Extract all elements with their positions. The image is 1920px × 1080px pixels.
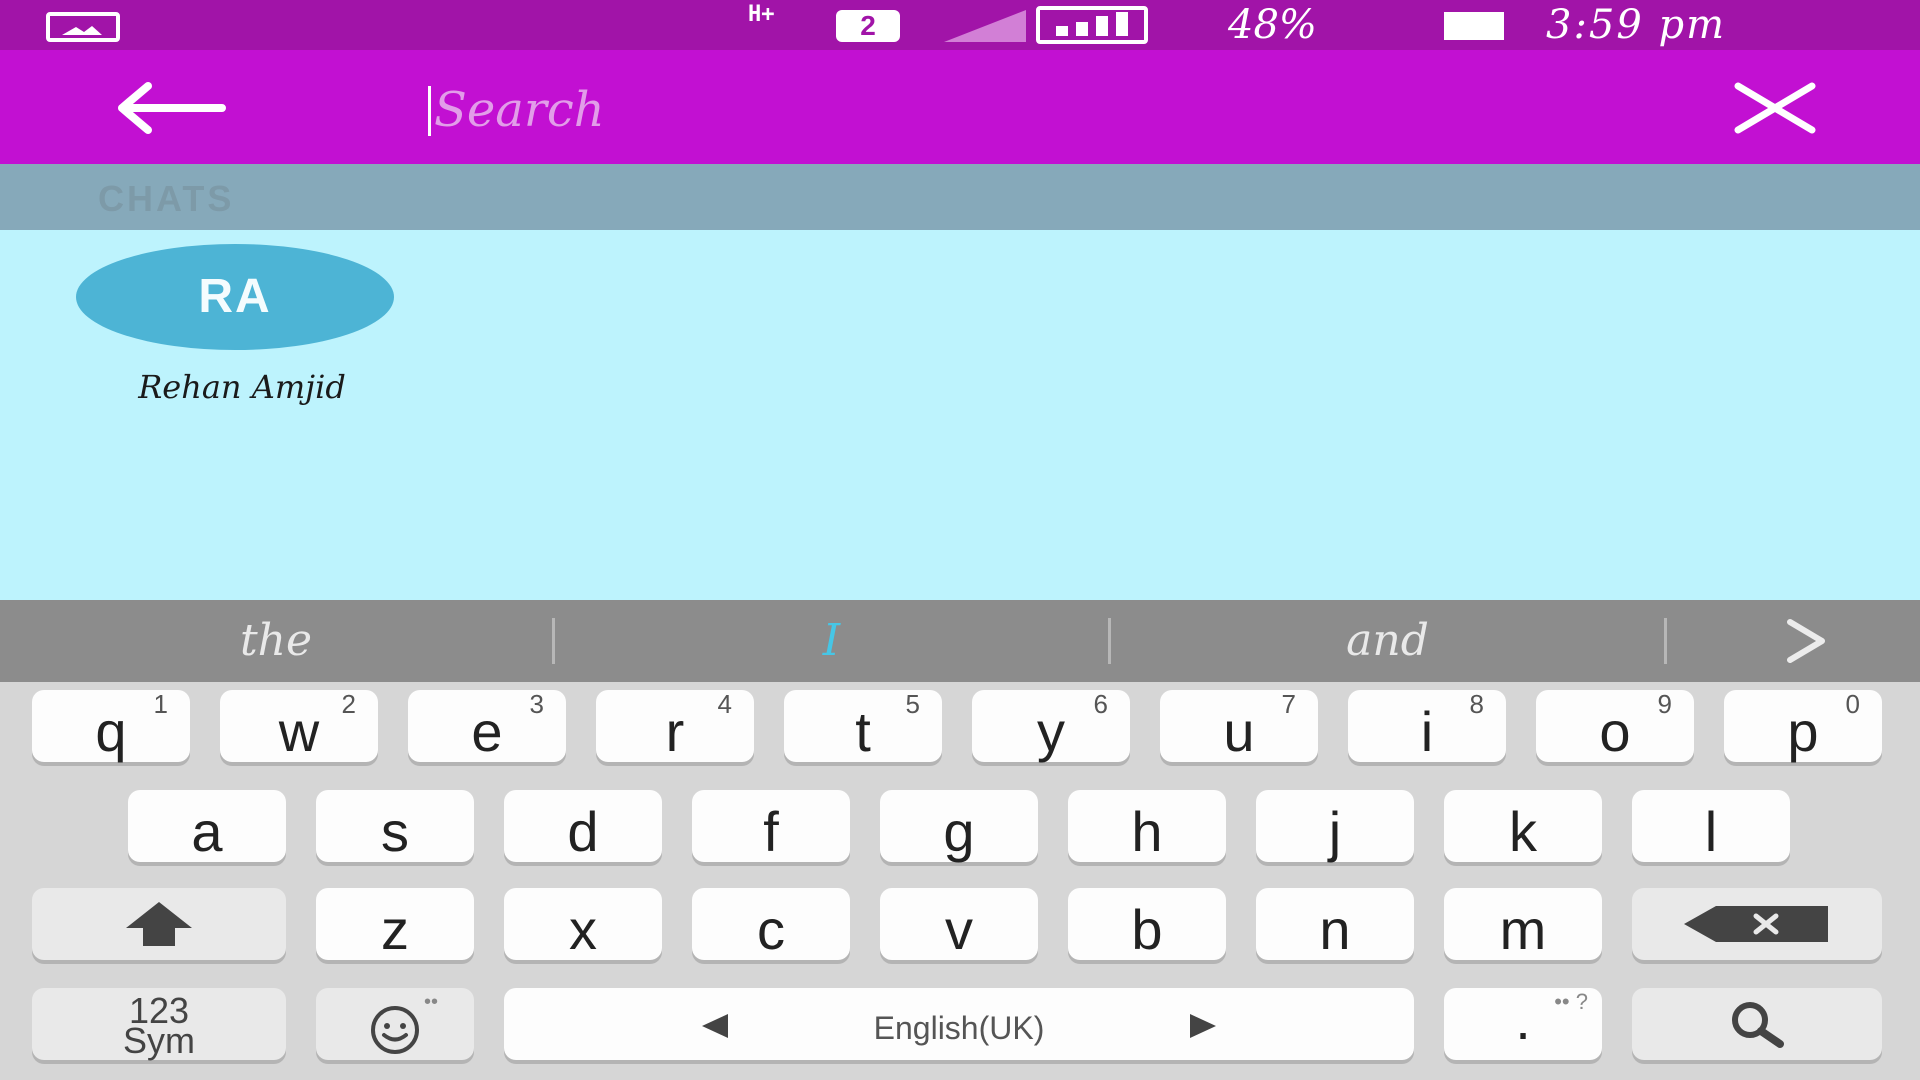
symbols-key[interactable]: 123 Sym — [32, 988, 286, 1060]
key-p[interactable]: 0p — [1724, 690, 1882, 762]
key-v[interactable]: v — [880, 888, 1038, 960]
key-u[interactable]: 7u — [1160, 690, 1318, 762]
key-w[interactable]: 2w — [220, 690, 378, 762]
clock: 3:59 pm — [1546, 2, 1727, 48]
shift-icon — [126, 902, 192, 946]
more-suggestions-button[interactable] — [1766, 616, 1846, 666]
language-label: English(UK) — [873, 1010, 1045, 1046]
chevron-right-icon — [1190, 1014, 1216, 1038]
suggestion-item[interactable]: I — [555, 600, 1108, 682]
back-button[interactable] — [112, 80, 232, 136]
text-cursor — [428, 86, 431, 136]
battery-icon — [1444, 12, 1504, 40]
key-m[interactable]: m — [1444, 888, 1602, 960]
backspace-key[interactable] — [1632, 888, 1882, 960]
suggestion-item[interactable]: the — [0, 600, 552, 682]
key-d[interactable]: d — [504, 790, 662, 862]
avatar: RA — [76, 244, 394, 350]
contact-item[interactable]: RA Rehan Amjid — [76, 244, 396, 444]
emoji-key[interactable]: •• — [316, 988, 474, 1060]
sim-icon: 2 — [836, 10, 900, 42]
contact-name: Rehan Amjid — [138, 368, 346, 406]
search-icon — [1732, 1002, 1784, 1048]
search-results: RA Rehan Amjid — [0, 230, 1920, 600]
key-a[interactable]: a — [128, 790, 286, 862]
close-icon — [1734, 82, 1816, 134]
shift-key[interactable] — [32, 888, 286, 960]
space-key[interactable]: English(UK) — [504, 988, 1414, 1060]
symbols-label-2: Sym — [123, 1020, 195, 1061]
key-b[interactable]: b — [1068, 888, 1226, 960]
close-button[interactable] — [1730, 80, 1820, 136]
network-type-icon: H+ — [748, 4, 775, 26]
search-input[interactable] — [428, 80, 1628, 140]
period-label: . — [1515, 988, 1531, 1051]
network-type-label: H+ — [748, 2, 775, 27]
key-n[interactable]: n — [1256, 888, 1414, 960]
emoji-icon — [371, 1006, 419, 1054]
key-s[interactable]: s — [316, 790, 474, 862]
keyboard: 1q 2w 3e 4r 5t 6y 7u 8i 9o 0p a s d f g … — [0, 682, 1920, 1080]
period-key[interactable]: •• ? . — [1444, 988, 1602, 1060]
status-bar: H+ 2 48% 3:59 pm — [0, 0, 1920, 50]
key-c[interactable]: c — [692, 888, 850, 960]
suggestion-bar: the I and — [0, 600, 1920, 682]
backspace-icon — [1684, 906, 1828, 942]
battery-percent: 48% — [1228, 2, 1317, 48]
sim-label: 2 — [860, 10, 876, 41]
key-r[interactable]: 4r — [596, 690, 754, 762]
chevron-left-icon — [702, 1014, 728, 1038]
key-t[interactable]: 5t — [784, 690, 942, 762]
emoji-hint: •• — [423, 991, 438, 1013]
key-z[interactable]: z — [316, 888, 474, 960]
key-q[interactable]: 1q — [32, 690, 190, 762]
section-label: CHATS — [98, 178, 235, 219]
suggestion-item[interactable]: and — [1111, 600, 1664, 682]
key-j[interactable]: j — [1256, 790, 1414, 862]
chats-section-header: CHATS — [0, 164, 1920, 230]
avatar-initials: RA — [198, 270, 272, 323]
key-g[interactable]: g — [880, 790, 1038, 862]
key-f[interactable]: f — [692, 790, 850, 862]
key-o[interactable]: 9o — [1536, 690, 1694, 762]
key-x[interactable]: x — [504, 888, 662, 960]
signal-icon — [1036, 6, 1148, 44]
divider — [1664, 618, 1667, 664]
key-i[interactable]: 8i — [1348, 690, 1506, 762]
key-l[interactable]: l — [1632, 790, 1790, 862]
key-h[interactable]: h — [1068, 790, 1226, 862]
key-k[interactable]: k — [1444, 790, 1602, 862]
gallery-icon — [46, 12, 120, 42]
key-e[interactable]: 3e — [408, 690, 566, 762]
search-key[interactable] — [1632, 988, 1882, 1060]
search-field[interactable] — [428, 80, 1628, 140]
arrow-left-icon — [118, 82, 226, 134]
key-y[interactable]: 6y — [972, 690, 1130, 762]
chevron-right-icon — [1787, 619, 1825, 663]
search-toolbar — [0, 50, 1920, 164]
signal-icon — [944, 10, 1026, 42]
